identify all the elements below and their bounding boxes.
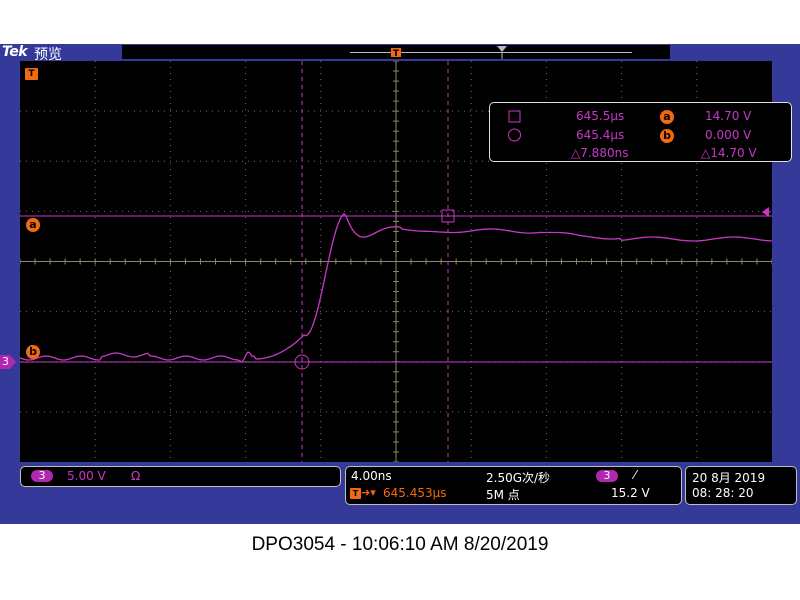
cursor-b-badge: b (660, 129, 674, 143)
trigger-slope-icon: ⁄ (634, 468, 637, 482)
cursor-b-circle-icon (508, 128, 521, 142)
horizontal-trigger-box[interactable]: 4.00ns 2.50G次/秒 3 ⁄ T ➔▾ 645.453µs 5M 点 … (345, 466, 682, 505)
channel-3-settings-box[interactable]: 3 5.00 V Ω (20, 466, 341, 487)
status-bar: 3 5.00 V Ω 4.00ns 2.50G次/秒 3 ⁄ T ➔▾ 645.… (0, 464, 800, 524)
graticule[interactable]: 645.5µs 645.4µs △7.880ns a b 14.70 V 0.0… (20, 61, 792, 462)
channel-3-coupling: Ω (131, 469, 141, 483)
position-arrow-icon: ➔▾ (361, 486, 376, 499)
cursor-b-value: 0.000 V (705, 128, 752, 142)
cursor-a-level-marker[interactable]: a (26, 218, 40, 232)
horizontal-position: 645.453µs (383, 486, 447, 500)
cursor-b-time: 645.4µs (576, 128, 625, 142)
trigger-source-pill: 3 (596, 470, 618, 482)
top-markers: T (391, 46, 507, 59)
cursor-delta-time: △7.880ns (571, 146, 629, 160)
oscilloscope-screen: Tek 预览 T 645.5µs 645.4µs △7.880ns a b 14… (0, 44, 800, 524)
datetime-box: 20 8月 2019 08: 28: 20 (685, 466, 797, 505)
date-display: 20 8月 2019 (692, 471, 766, 485)
trigger-position-icon[interactable]: T (391, 48, 401, 59)
horizontal-position-icon: T (350, 488, 361, 499)
record-length: 5M 点 (486, 488, 520, 502)
channel-3-ground-label: 3 (2, 355, 9, 368)
trigger-level: 15.2 V (611, 486, 650, 500)
time-display: 08: 28: 20 (692, 486, 754, 500)
top-bar: Tek 预览 T (0, 44, 800, 63)
channel-3-pill: 3 (31, 470, 53, 482)
cursor-a-value: 14.70 V (705, 109, 752, 123)
cursor-readout-panel: 645.5µs 645.4µs △7.880ns a b 14.70 V 0.0… (489, 102, 792, 162)
cursor-delta-value: △14.70 V (701, 146, 757, 160)
screenshot-caption: DPO3054 - 10:06:10 AM 8/20/2019 (251, 534, 549, 555)
sample-rate: 2.50G次/秒 (486, 471, 551, 485)
channel-3-ground-marker[interactable]: 3 (0, 355, 16, 369)
cursor-a-time: 645.5µs (576, 109, 625, 123)
cursor-a-square-icon (508, 110, 521, 123)
timebase-value: 4.00ns (351, 469, 392, 483)
svg-text:T: T (393, 49, 400, 59)
cursor-a-badge: a (660, 110, 674, 124)
record-center-marker-icon (497, 46, 507, 59)
channel-3-scale: 5.00 V (67, 469, 106, 483)
cursor-b-level-marker[interactable]: b (26, 345, 40, 359)
trigger-time-marker-icon[interactable]: T (25, 68, 38, 80)
